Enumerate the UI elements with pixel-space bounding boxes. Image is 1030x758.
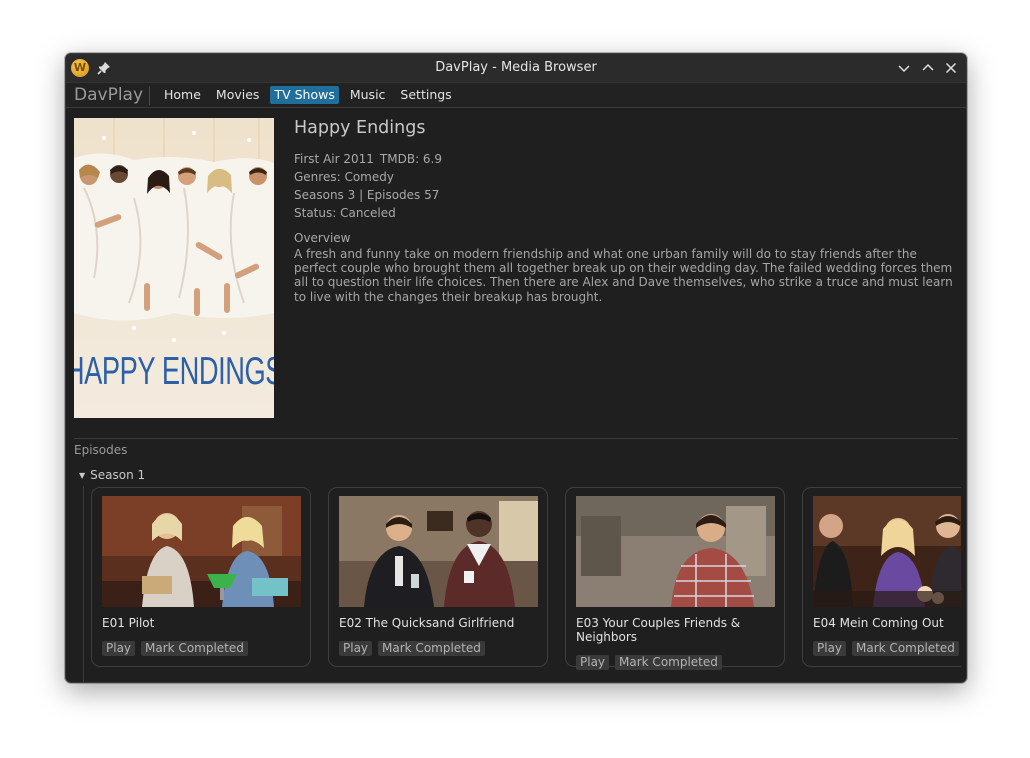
nav-item-tv-shows[interactable]: TV Shows [270,86,339,104]
episodes-heading: Episodes [74,443,128,457]
episode-thumbnail[interactable] [813,496,961,607]
overview-heading: Overview [294,231,351,245]
season-toggle[interactable]: ▼ Season 1 [79,468,145,482]
nav-item-settings[interactable]: Settings [396,86,455,104]
episode-list[interactable]: E01 Pilot Play Mark Completed E02 The Qu… [91,487,961,682]
tmdb-rating: TMDB: 6.9 [379,152,443,166]
status: Status: Canceled [294,206,396,220]
episode-thumbnail[interactable] [339,496,538,607]
mark-completed-button[interactable]: Mark Completed [615,655,722,670]
nav-item-movies[interactable]: Movies [212,86,264,104]
episode-actions: Play Mark Completed [813,641,959,656]
play-button[interactable]: Play [813,641,847,656]
play-button[interactable]: Play [102,641,136,656]
mark-completed-button[interactable]: Mark Completed [141,641,248,656]
app-window: W DavPlay - Media Browser DavPlay Home M… [65,53,967,683]
air-rating-line: First Air 2011 TMDB: 6.9 [294,150,959,168]
title-bar[interactable]: W DavPlay - Media Browser [66,54,966,83]
episode-title: E04 Mein Coming Out [813,616,944,630]
window-title: DavPlay - Media Browser [435,60,597,75]
nav-item-music[interactable]: Music [346,86,390,104]
show-details: Happy Endings First Air 2011 TMDB: 6.9 Ge… [294,118,959,304]
brand-label: DavPlay [74,85,144,105]
nav-item-home[interactable]: Home [160,86,205,104]
show-poster: HAPPY ENDINGS [74,118,274,418]
genres: Genres: Comedy [294,170,394,184]
episodes-divider [74,438,958,439]
expand-triangle-icon: ▼ [79,471,86,480]
nav-divider [149,86,150,105]
poster-title: HAPPY ENDINGS [74,351,274,394]
episode-thumbnail[interactable] [102,496,301,607]
episode-title: E02 The Quicksand Girlfriend [339,616,515,630]
episode-card[interactable]: E02 The Quicksand Girlfriend Play Mark C… [328,487,548,667]
season-label: Season 1 [90,468,146,482]
episode-thumbnail[interactable] [576,496,775,607]
episode-card[interactable]: E03 Your Couples Friends & Neighbors Pla… [565,487,785,670]
mark-completed-button[interactable]: Mark Completed [852,641,959,656]
show-title: Happy Endings [294,118,426,138]
overview-text: A fresh and funny take on modern friends… [294,247,953,304]
mark-completed-button[interactable]: Mark Completed [378,641,485,656]
nav-menu: Home Movies TV Shows Music Settings [160,86,463,104]
episode-title: E01 Pilot [102,616,155,630]
episode-actions: Play Mark Completed [576,655,722,670]
season-tree-line [83,486,84,682]
episode-card[interactable]: E04 Mein Coming Out Play Mark Completed [802,487,961,667]
episode-title: E03 Your Couples Friends & Neighbors [576,616,741,644]
episode-actions: Play Mark Completed [339,641,485,656]
close-button[interactable] [941,58,961,78]
episode-actions: Play Mark Completed [102,641,248,656]
episode-card[interactable]: E01 Pilot Play Mark Completed [91,487,311,667]
first-air: First Air 2011 [294,152,374,166]
minimize-button[interactable] [894,58,914,78]
play-button[interactable]: Play [576,655,610,670]
seasons-episodes: Seasons 3 | Episodes 57 [294,188,440,202]
play-button[interactable]: Play [339,641,373,656]
nav-bar: DavPlay Home Movies TV Shows Music Setti… [66,83,966,108]
maximize-button[interactable] [918,58,938,78]
